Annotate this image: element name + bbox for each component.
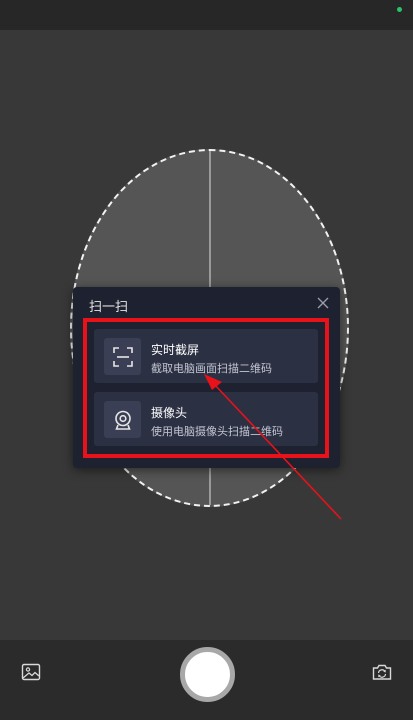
top-bar [0,0,413,30]
close-icon[interactable] [315,295,331,311]
shutter-button[interactable] [180,647,235,702]
image-gallery-icon[interactable] [21,663,41,681]
option-camera[interactable]: 摄像头 使用电脑摄像头扫描二维码 [94,392,318,446]
option-title: 实时截屏 [151,343,200,357]
option-description: 使用电脑摄像头扫描二维码 [151,426,283,438]
panel-title: 扫一扫 [89,299,129,314]
option-title: 摄像头 [151,406,188,420]
option-screen-capture[interactable]: 实时截屏 截取电脑画面扫描二维码 [94,329,318,383]
scan-panel: 扫一扫 实时截屏 截取电脑画面扫描二维码 摄像头 使用电脑摄像头扫描二维码 [73,287,340,468]
switch-camera-icon[interactable] [372,663,392,681]
option-description: 截取电脑画面扫描二维码 [151,363,272,375]
scan-frame-icon [104,338,141,375]
webcam-icon [104,401,141,438]
status-indicator [397,7,402,12]
